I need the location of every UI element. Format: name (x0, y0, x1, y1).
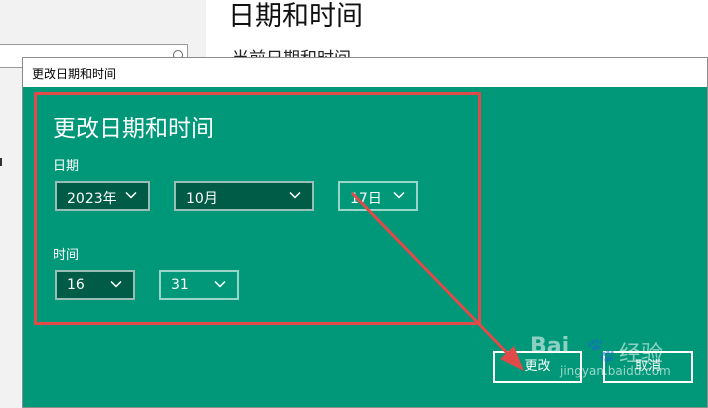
watermark-url: jingyan.baidu.com (560, 364, 671, 378)
baidu-watermark: Bai 🐾 经验 jingyan.baidu.com (520, 334, 705, 384)
paw-icon: 🐾 (586, 336, 616, 364)
watermark-brand: Bai (530, 334, 570, 359)
